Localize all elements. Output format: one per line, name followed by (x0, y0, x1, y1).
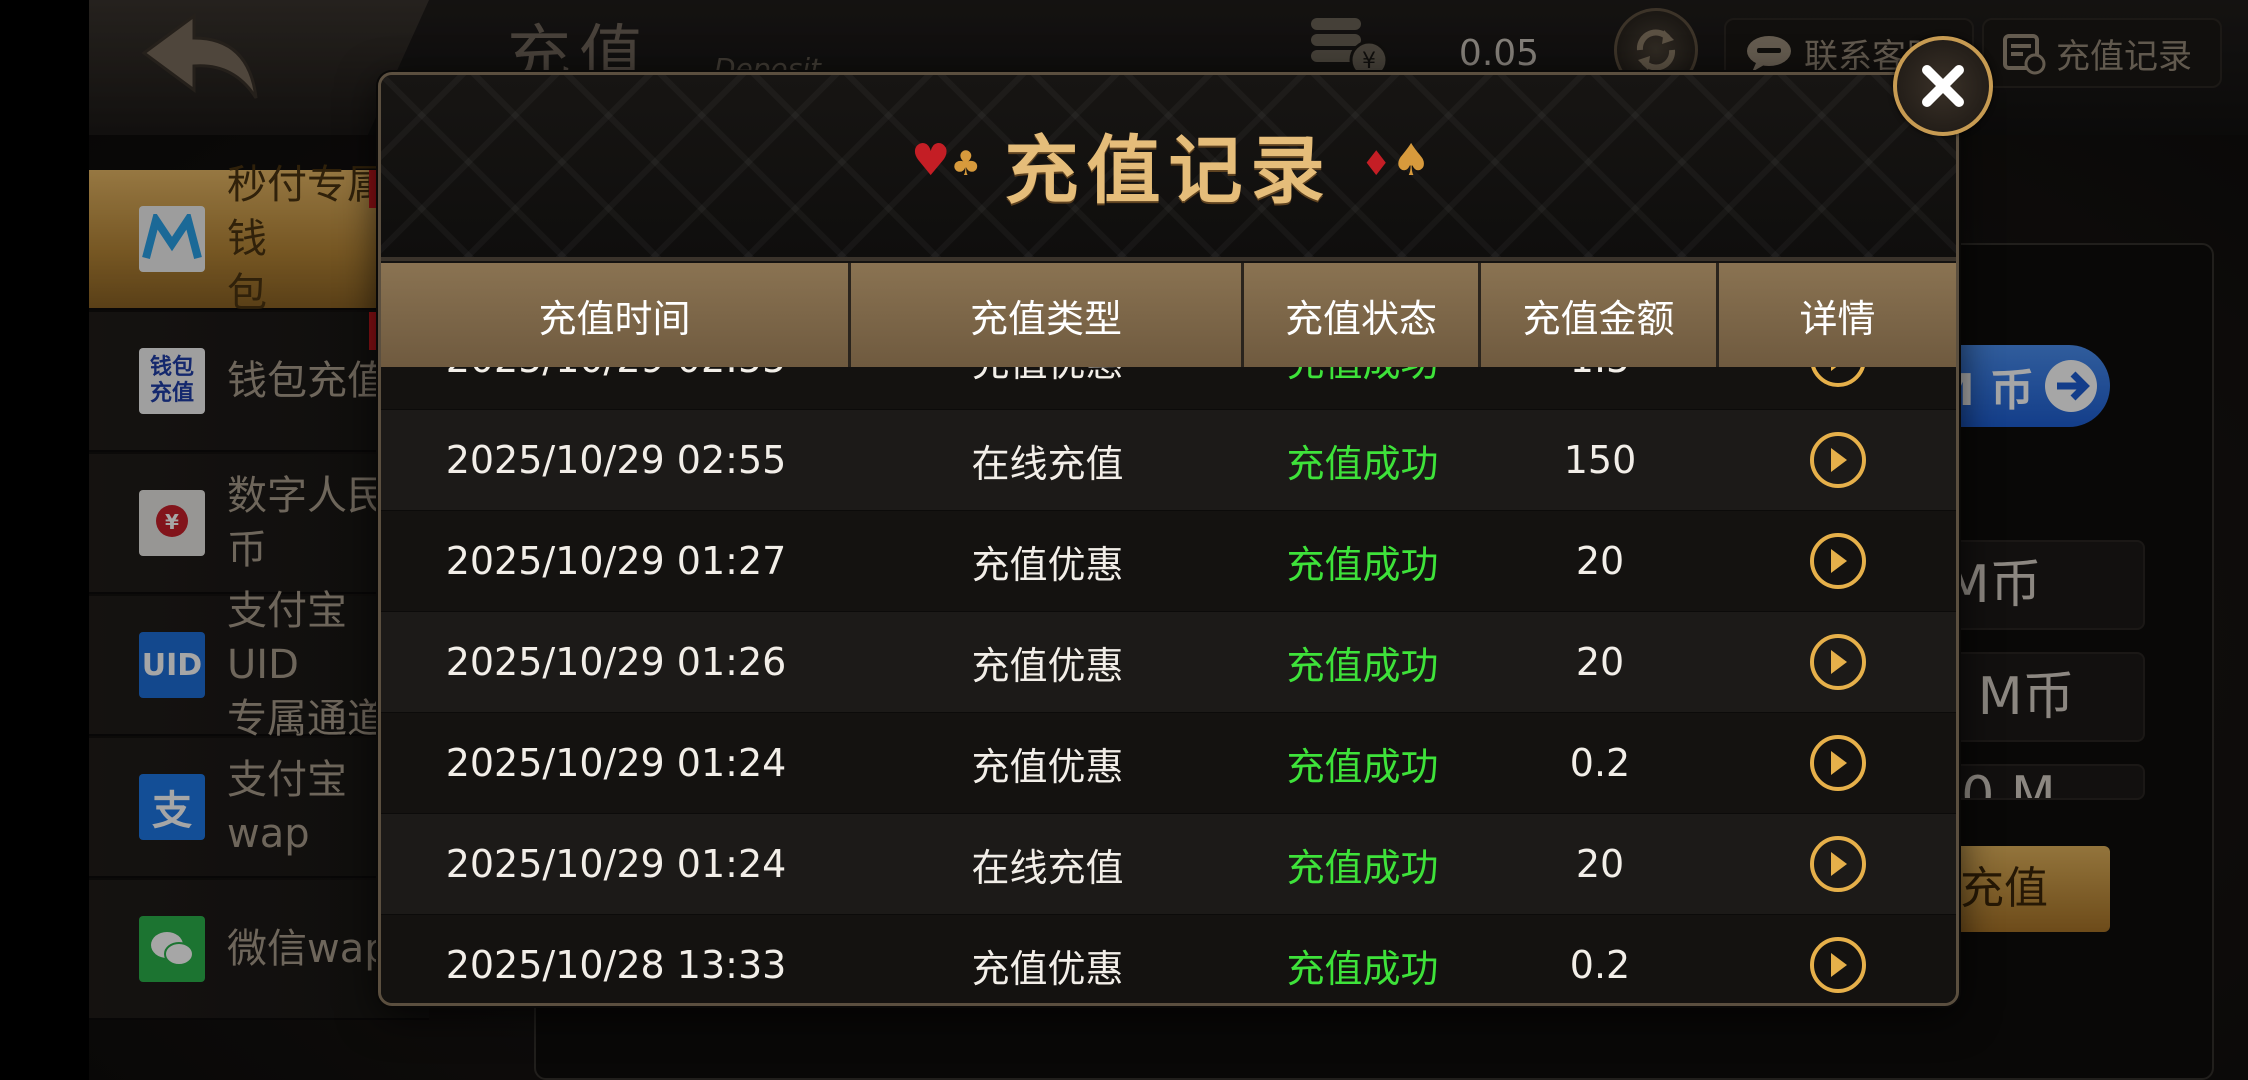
record-type: 充值优惠 (971, 946, 1124, 991)
record-amount: 20 (1575, 842, 1625, 886)
detail-arrow-icon[interactable] (1809, 836, 1866, 892)
detail-arrow-icon[interactable] (1809, 735, 1866, 791)
record-status: 充值成功 (1244, 367, 1481, 409)
record-type: 充值优惠 (971, 744, 1124, 789)
detail-arrow-icon[interactable] (1809, 533, 1866, 589)
records-table-header: 充值时间 充值类型 充值状态 充值金额 详情 (381, 263, 1956, 367)
record-amount: 0.2 (1569, 943, 1631, 987)
record-amount: 20 (1575, 640, 1625, 684)
record-type: 在线充值 (971, 441, 1124, 486)
modal-header: ♥♣ 充值记录 ♦♠ (381, 75, 1956, 261)
record-status: 充值成功 (1286, 845, 1439, 890)
record-type: 在线充值 (971, 845, 1124, 890)
column-header-status: 充值状态 (1244, 263, 1481, 367)
record-amount: 0.2 (1569, 741, 1631, 785)
card-suits-icon: ♦♠ (1361, 135, 1431, 186)
table-row: 2025/10/29 01:27 充值优惠 充值成功 20 (381, 511, 1956, 612)
close-button[interactable] (1893, 36, 1993, 136)
record-time: 2025/10/29 01:24 (445, 842, 787, 886)
table-row: 2025/10/29 01:24 充值优惠 充值成功 0.2 (381, 713, 1956, 814)
record-status: 充值成功 (1286, 643, 1439, 688)
detail-arrow-icon[interactable] (1809, 937, 1866, 993)
table-row: 2025/10/29 01:26 充值优惠 充值成功 20 (381, 612, 1956, 713)
record-status: 充值成功 (1286, 946, 1439, 991)
column-header-amount: 充值金额 (1481, 263, 1719, 367)
record-type: 充值优惠 (971, 542, 1124, 587)
table-row: 2025/10/28 13:33 充值优惠 充值成功 0.2 (381, 915, 1956, 1003)
detail-arrow-icon[interactable] (1809, 634, 1866, 690)
column-header-detail: 详情 (1719, 263, 1956, 367)
record-amount: 20 (1575, 539, 1625, 583)
record-amount: 1.5 (1481, 367, 1719, 409)
table-row: 2025/10/29 02:55 在线充值 充值成功 150 (381, 410, 1956, 511)
detail-arrow-icon[interactable] (1809, 432, 1866, 488)
close-icon (1922, 65, 1964, 107)
detail-arrow-icon[interactable] (1809, 367, 1866, 387)
record-status: 充值成功 (1286, 441, 1439, 486)
deposit-records-modal: ♥♣ 充值记录 ♦♠ 充值时间 充值类型 充值状态 充值金额 详情 2025/1… (378, 72, 1959, 1006)
column-header-time: 充值时间 (381, 263, 851, 367)
record-time: 2025/10/29 01:27 (445, 539, 787, 583)
record-status: 充值成功 (1286, 744, 1439, 789)
table-row: 2025/10/29 01:24 在线充值 充值成功 20 (381, 814, 1956, 915)
record-type: 充值优惠 (971, 643, 1124, 688)
record-time: 2025/10/29 01:26 (445, 640, 787, 684)
record-time: 2025/10/29 02:55 (445, 438, 787, 482)
table-row: 2025/10/29 02:55 充值优惠 充值成功 1.5 (381, 367, 1956, 410)
modal-title: 充值记录 (1004, 128, 1333, 214)
record-amount: 150 (1563, 438, 1637, 482)
record-status: 充值成功 (1286, 542, 1439, 587)
record-time: 2025/10/29 02:55 (381, 367, 851, 409)
records-table-body[interactable]: 2025/10/29 02:55 充值优惠 充值成功 1.5 2025/10/2… (381, 367, 1956, 1003)
record-type: 充值优惠 (851, 367, 1244, 409)
record-time: 2025/10/29 01:24 (445, 741, 787, 785)
record-time: 2025/10/28 13:33 (445, 943, 787, 987)
column-header-type: 充值类型 (851, 263, 1244, 367)
